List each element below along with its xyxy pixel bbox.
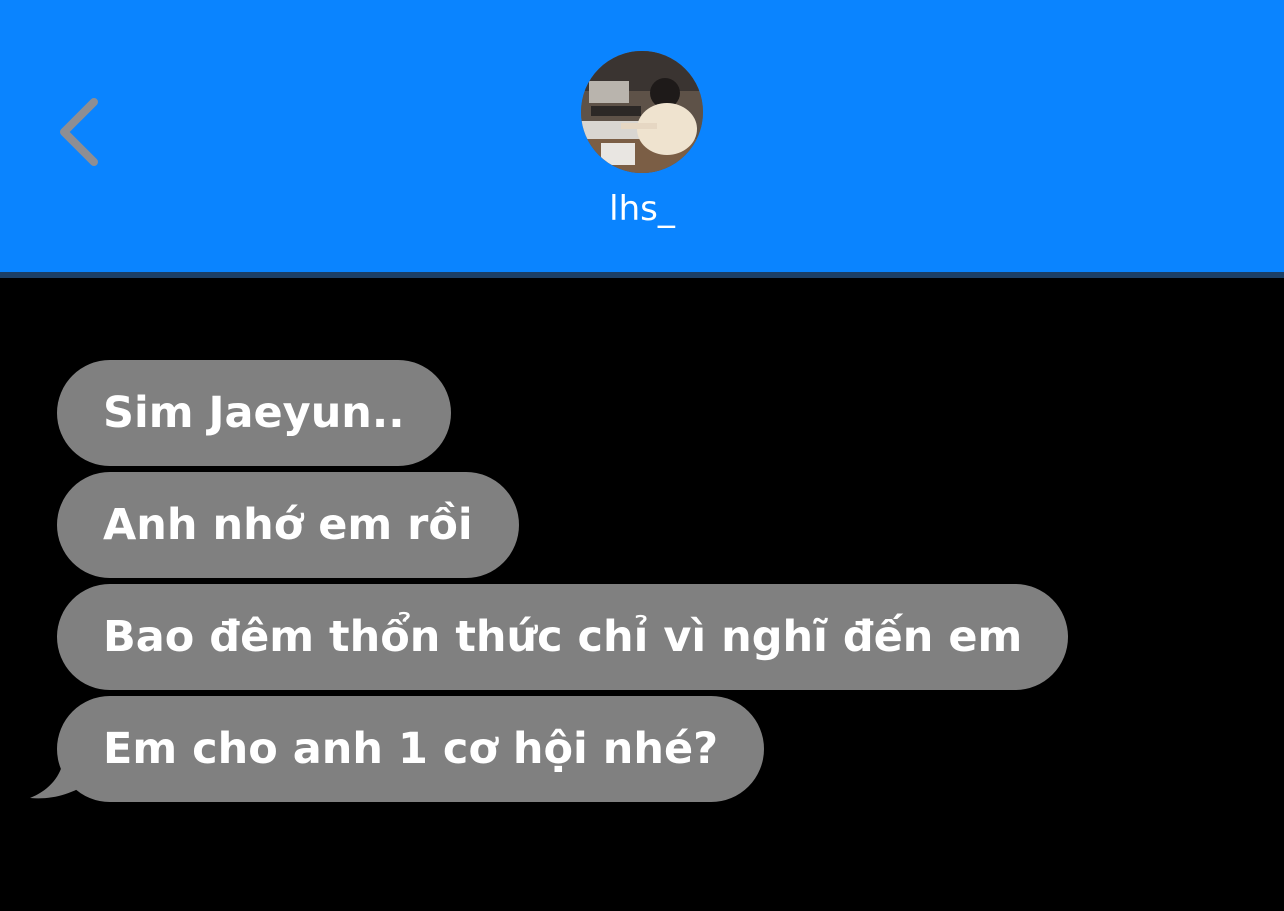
- contact-photo: [581, 51, 703, 173]
- avatar[interactable]: [581, 51, 703, 173]
- message-bubble[interactable]: Bao đêm thổn thức chỉ vì nghĩ đến em: [57, 584, 1069, 690]
- back-button[interactable]: [50, 92, 114, 172]
- message-bubble[interactable]: Anh nhớ em rồi: [57, 472, 519, 578]
- header-divider: [0, 272, 1284, 278]
- message-bubble[interactable]: Sim Jaeyun..: [57, 360, 451, 466]
- message-bubble[interactable]: Em cho anh 1 cơ hội nhé?: [57, 696, 765, 802]
- chevron-left-icon: [60, 98, 98, 166]
- contact-name[interactable]: lhs_: [542, 188, 742, 230]
- chat-header: lhs_: [0, 0, 1284, 272]
